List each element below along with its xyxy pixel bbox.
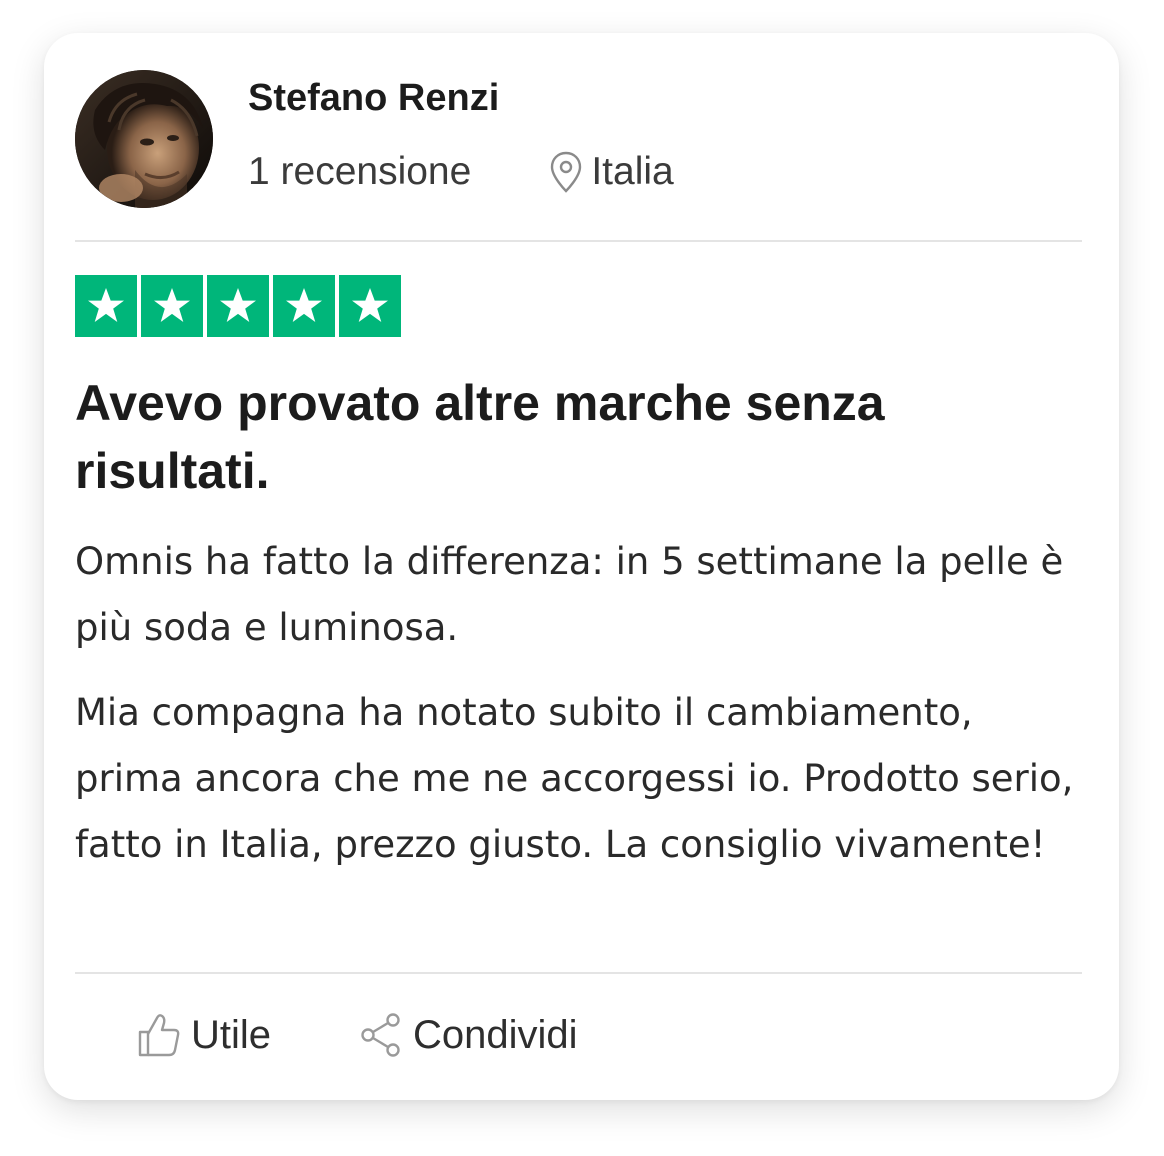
reviewer-meta: 1 recensione Italia [248, 147, 674, 197]
share-button[interactable]: Condividi [359, 1012, 578, 1058]
useful-label: Utile [191, 1012, 272, 1057]
star-icon [154, 288, 190, 322]
review-actions: Utile Condividi [137, 1007, 578, 1063]
star-icon [352, 288, 388, 322]
star-rating [75, 275, 401, 337]
star-icon [286, 288, 322, 322]
share-label: Condividi [413, 1012, 578, 1057]
star-box-3 [207, 275, 269, 337]
review-count: 1 recensione [248, 150, 472, 193]
thumbs-up-icon [138, 1014, 180, 1057]
review-paragraph-2: Mia compagna ha notato subito il cambiam… [75, 691, 1074, 866]
star-icon [88, 288, 124, 322]
review-title: Avevo provato altre marche senza risulta… [75, 375, 885, 499]
avatar-photo [75, 70, 213, 208]
location-pin-icon [551, 151, 582, 193]
reviewer-location: Italia [591, 150, 674, 193]
star-box-1 [75, 275, 137, 337]
review-card: Stefano Renzi 1 recensione Italia Avevo … [44, 33, 1119, 1100]
review-paragraph-1: Omnis ha fatto la differenza: in 5 setti… [75, 540, 1064, 649]
star-box-5 [339, 275, 401, 337]
useful-button[interactable]: Utile [137, 1012, 271, 1058]
star-icon [220, 288, 256, 322]
share-icon [361, 1013, 400, 1057]
star-box-2 [141, 275, 203, 337]
footer-divider [75, 972, 1082, 974]
reviewer-avatar[interactable] [75, 70, 213, 208]
header-divider [75, 240, 1082, 242]
star-box-4 [273, 275, 335, 337]
reviewer-name[interactable]: Stefano Renzi [248, 77, 499, 120]
